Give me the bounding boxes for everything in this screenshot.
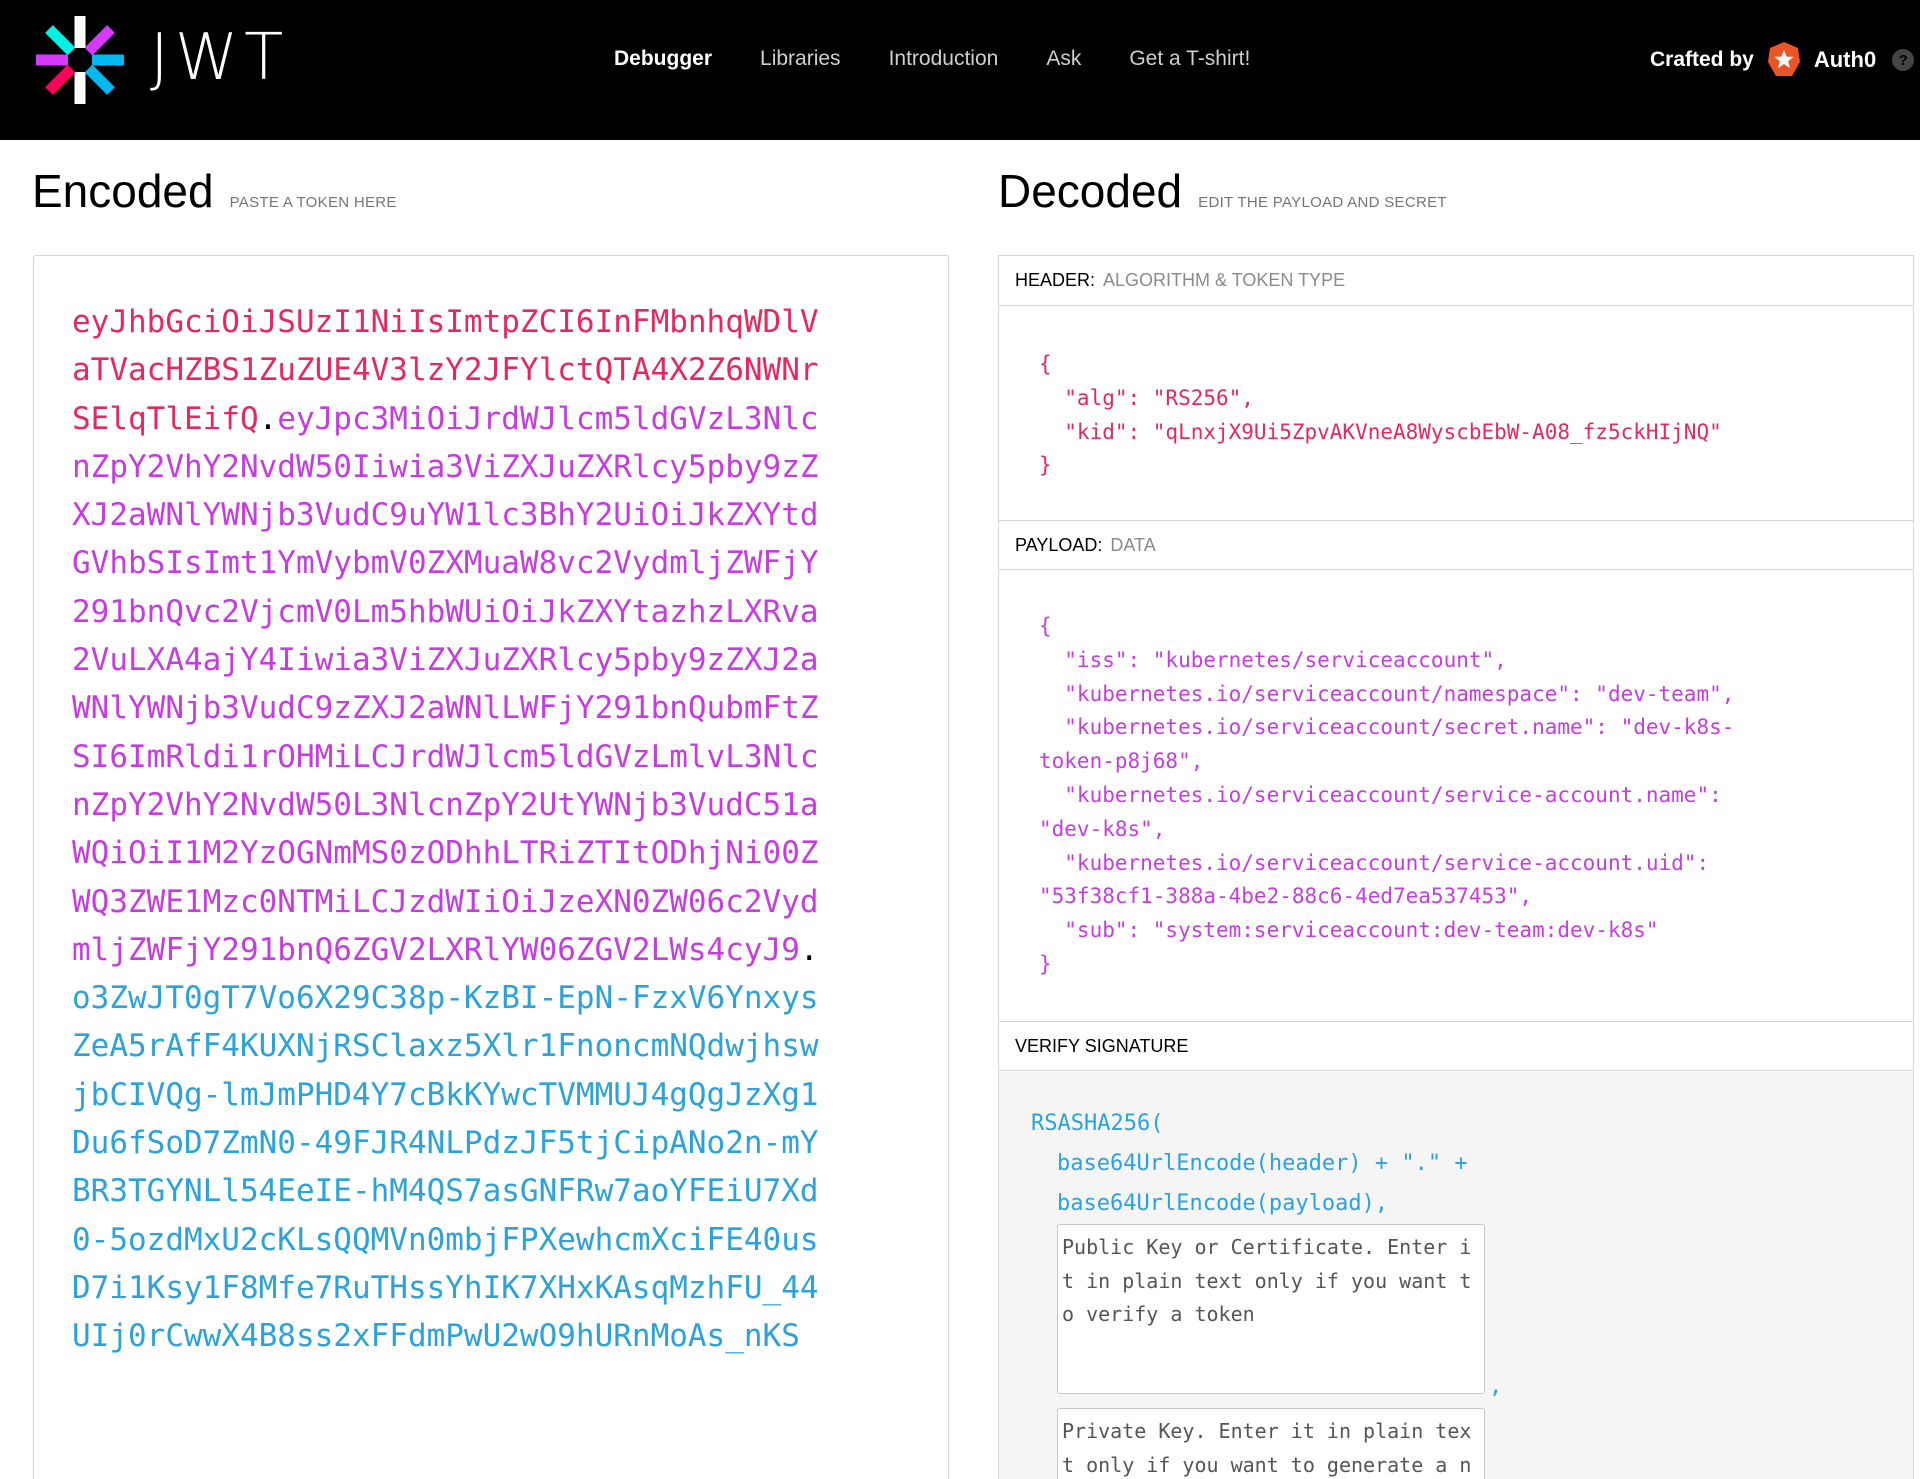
encoded-token-text[interactable]: eyJhbGciOiJSUzI1NiIsImtpZCI6InFMbnhqWDlV… bbox=[72, 298, 832, 1361]
verify-signature-area: RSASHA256( base64UrlEncode(header) + "."… bbox=[999, 1072, 1913, 1479]
decoded-subtitle: EDIT THE PAYLOAD AND SECRET bbox=[1198, 194, 1447, 211]
sig-payload-expr: base64UrlEncode(payload), bbox=[1057, 1191, 1389, 1216]
sig-comma: , bbox=[1489, 1374, 1503, 1399]
payload-json-editor[interactable]: { "iss": "kubernetes/serviceaccount", "k… bbox=[1039, 610, 1734, 982]
token-signature-part: o3ZwJT0gT7Vo6X29C38p-KzBI-EpN-FzxV6Ynxys… bbox=[72, 980, 819, 1355]
auth0-logo-icon bbox=[1767, 42, 1800, 76]
header-sublabel: ALGORITHM & TOKEN TYPE bbox=[1103, 270, 1346, 290]
auth0-name: Auth0 bbox=[1813, 47, 1877, 72]
payload-sublabel: DATA bbox=[1110, 534, 1156, 555]
crafted-by[interactable]: Crafted by Auth0 ? bbox=[1650, 40, 1915, 80]
header-json-editor[interactable]: { "alg": "RS256", "kid": "qLnxjX9Ui5ZpvA… bbox=[1039, 348, 1722, 483]
verify-section-bar: VERIFY SIGNATURE bbox=[999, 1021, 1913, 1071]
header-section-bar: HEADER: ALGORITHM & TOKEN TYPE bbox=[999, 256, 1913, 306]
payload-label: PAYLOAD: bbox=[1015, 534, 1103, 555]
token-payload-part: eyJpc3MiOiJrdWJlcm5ldGVzL3NlcnZpY2VhY2Nv… bbox=[72, 400, 819, 968]
sig-header-expr: base64UrlEncode(header) + "." + bbox=[1057, 1151, 1468, 1176]
decoded-heading: Decoded EDIT THE PAYLOAD AND SECRET bbox=[998, 164, 1447, 218]
nav-links: Debugger Libraries Introduction Ask Get … bbox=[614, 44, 1250, 74]
sig-function: RSASHA256( bbox=[1031, 1111, 1164, 1136]
public-key-input[interactable] bbox=[1057, 1224, 1485, 1394]
help-icon[interactable]: ? bbox=[1892, 49, 1915, 71]
payload-section-bar: PAYLOAD: DATA bbox=[999, 520, 1913, 570]
header-label: HEADER: bbox=[1015, 270, 1096, 290]
nav-introduction[interactable]: Introduction bbox=[889, 44, 999, 74]
encoded-subtitle: PASTE A TOKEN HERE bbox=[229, 194, 397, 211]
nav-libraries[interactable]: Libraries bbox=[760, 44, 841, 74]
decoded-panel: HEADER: ALGORITHM & TOKEN TYPE { "alg": … bbox=[998, 255, 1914, 1479]
private-key-input[interactable] bbox=[1057, 1408, 1485, 1479]
decoded-title: Decoded bbox=[998, 165, 1183, 217]
verify-label: VERIFY SIGNATURE bbox=[1015, 1035, 1189, 1056]
encoded-token-panel[interactable]: eyJhbGciOiJSUzI1NiIsImtpZCI6InFMbnhqWDlV… bbox=[33, 255, 949, 1479]
crafted-by-label: Crafted by bbox=[1650, 48, 1754, 71]
encoded-heading: Encoded PASTE A TOKEN HERE bbox=[32, 164, 397, 218]
token-dot: . bbox=[258, 400, 278, 437]
brand-name[interactable]: JWT bbox=[150, 22, 289, 94]
nav-ask[interactable]: Ask bbox=[1046, 44, 1081, 74]
nav-debugger[interactable]: Debugger bbox=[614, 44, 712, 74]
jwt-logo-icon[interactable] bbox=[30, 10, 130, 110]
encoded-title: Encoded bbox=[32, 165, 214, 217]
nav-get-tshirt[interactable]: Get a T-shirt! bbox=[1129, 44, 1250, 74]
token-dot: . bbox=[799, 931, 819, 968]
top-navbar: JWT Debugger Libraries Introduction Ask … bbox=[0, 0, 1920, 140]
